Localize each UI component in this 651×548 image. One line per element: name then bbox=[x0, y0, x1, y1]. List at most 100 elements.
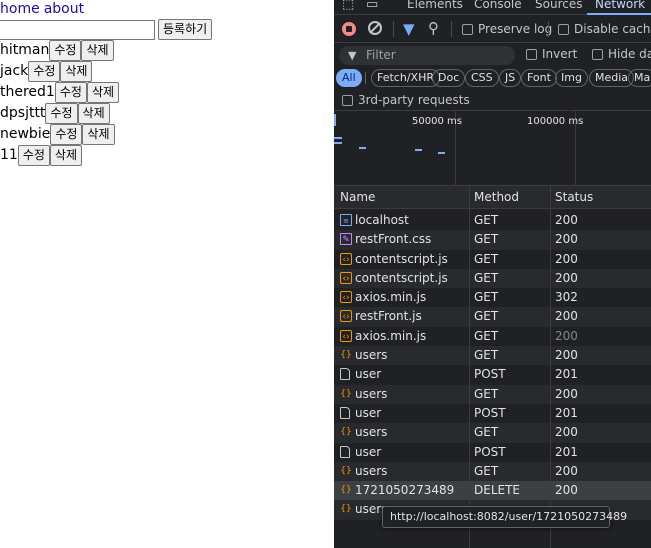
request-name: users bbox=[355, 463, 388, 478]
request-status: 200 bbox=[555, 328, 578, 343]
request-row[interactable]: {} users GET 200 bbox=[334, 346, 651, 366]
timeline-request-bar bbox=[334, 142, 342, 144]
request-status: 200 bbox=[555, 483, 578, 498]
clear-icon[interactable] bbox=[368, 21, 382, 35]
request-row[interactable]: ≡ localhost GET 200 bbox=[334, 211, 651, 230]
name-column-header[interactable]: Name bbox=[340, 190, 375, 204]
submit-button[interactable]: 등록하기 bbox=[158, 19, 213, 40]
top-nav: home about bbox=[0, 0, 84, 18]
hide-data-urls-checkbox[interactable] bbox=[592, 49, 603, 60]
request-method: GET bbox=[474, 290, 499, 305]
request-row[interactable]: ‹› axios.min.js GET 200 bbox=[334, 327, 651, 346]
edit-button[interactable]: 수정 bbox=[17, 145, 50, 166]
delete-button[interactable]: 삭제 bbox=[60, 61, 93, 82]
type-filter-img[interactable]: Img bbox=[555, 69, 588, 87]
device-toolbar-icon[interactable]: ▭ bbox=[366, 0, 378, 13]
request-status: 200 bbox=[555, 270, 578, 285]
about-link[interactable]: about bbox=[44, 1, 84, 17]
disable-cache-checkbox[interactable] bbox=[558, 24, 569, 35]
request-row[interactable]: {} 1721050273489 DELETE 200 bbox=[334, 481, 651, 501]
tab-sources[interactable]: Sources bbox=[535, 0, 582, 12]
delete-button[interactable]: 삭제 bbox=[86, 82, 120, 103]
edit-button[interactable]: 수정 bbox=[28, 61, 61, 82]
request-status: 200 bbox=[555, 309, 578, 324]
column-divider[interactable] bbox=[550, 186, 551, 548]
timeline-tick-100000: 100000 ms bbox=[527, 116, 584, 127]
type-filter-doc[interactable]: Doc bbox=[432, 69, 466, 87]
toolbar-divider bbox=[451, 21, 452, 37]
network-overview-timeline[interactable]: 50000 ms 100000 ms bbox=[334, 111, 651, 186]
user-item: jack 수정 삭제 bbox=[0, 61, 119, 82]
tab-console[interactable]: Console bbox=[474, 0, 522, 12]
json-icon: {} bbox=[340, 504, 352, 515]
preserve-log-checkbox[interactable] bbox=[462, 24, 473, 35]
filter-icon: ▼ bbox=[348, 49, 357, 62]
invert-checkbox[interactable] bbox=[526, 49, 537, 60]
timeline-request-bar bbox=[334, 137, 342, 139]
request-method: POST bbox=[474, 405, 506, 420]
edit-button[interactable]: 수정 bbox=[50, 124, 83, 145]
user-item: newbie 수정 삭제 bbox=[0, 124, 119, 145]
tab-elements[interactable]: Elements bbox=[407, 0, 463, 12]
json-icon: {} bbox=[340, 465, 352, 476]
tab-network[interactable]: Network bbox=[595, 0, 645, 12]
type-filter-js[interactable]: JS bbox=[499, 69, 522, 87]
type-filter-ma[interactable]: Ma bbox=[628, 69, 651, 87]
request-row[interactable]: user POST 201 bbox=[334, 443, 651, 462]
request-method: DELETE bbox=[474, 483, 521, 498]
delete-button[interactable]: 삭제 bbox=[77, 103, 110, 124]
edit-button[interactable]: 수정 bbox=[49, 40, 82, 61]
request-row[interactable]: {} users GET 200 bbox=[334, 423, 651, 443]
column-divider[interactable] bbox=[469, 186, 470, 548]
request-method: GET bbox=[474, 386, 499, 401]
json-icon: {} bbox=[340, 485, 352, 496]
request-name: contentscript.js bbox=[355, 270, 448, 285]
request-status: 201 bbox=[555, 405, 578, 420]
delete-button[interactable]: 삭제 bbox=[82, 124, 115, 145]
request-row[interactable]: user POST 201 bbox=[334, 365, 651, 384]
edit-button[interactable]: 수정 bbox=[45, 103, 78, 124]
filter-input[interactable]: ▼ Filter bbox=[339, 46, 515, 65]
inspect-element-icon[interactable]: ⬚ bbox=[342, 0, 354, 13]
filter-placeholder: Filter bbox=[366, 48, 396, 62]
request-row[interactable]: ‹› restFront.js GET 200 bbox=[334, 307, 651, 327]
edit-button[interactable]: 수정 bbox=[54, 82, 87, 103]
request-row[interactable]: ‹› contentscript.js GET 200 bbox=[334, 250, 651, 269]
filter-funnel-icon[interactable]: ▼ bbox=[403, 20, 415, 38]
delete-button[interactable]: 삭제 bbox=[49, 145, 83, 166]
username-input[interactable] bbox=[0, 20, 155, 40]
type-filter-font[interactable]: Font bbox=[521, 69, 557, 87]
status-column-header[interactable]: Status bbox=[555, 190, 593, 204]
request-method: GET bbox=[474, 425, 499, 440]
user-name: hitman bbox=[0, 42, 50, 58]
request-name: localhost bbox=[355, 213, 409, 227]
devtools-panel: ⬚ ▭ Elements Console Sources Network ▼ ⚲… bbox=[334, 0, 651, 548]
request-status: 200 bbox=[555, 251, 578, 266]
delete-button[interactable]: 삭제 bbox=[81, 40, 114, 61]
network-toolbar: ▼ ⚲ Preserve log Disable cache bbox=[334, 16, 651, 43]
type-filter-all[interactable]: All bbox=[336, 69, 362, 87]
type-filter-fetch-xhr[interactable]: Fetch/XHR bbox=[371, 69, 440, 87]
search-icon[interactable]: ⚲ bbox=[428, 18, 439, 38]
method-column-header[interactable]: Method bbox=[474, 190, 519, 204]
request-status: 200 bbox=[555, 463, 578, 478]
request-method: GET bbox=[474, 270, 499, 285]
request-row[interactable]: ✎ restFront.css GET 200 bbox=[334, 230, 651, 250]
request-row[interactable]: ‹› contentscript.js GET 200 bbox=[334, 268, 651, 289]
request-row[interactable]: ‹› axios.min.js GET 302 bbox=[334, 288, 651, 307]
request-method: POST bbox=[474, 444, 506, 459]
request-method: GET bbox=[474, 328, 499, 343]
request-row[interactable]: user POST 201 bbox=[334, 404, 651, 423]
file-icon bbox=[340, 445, 350, 458]
home-link[interactable]: home bbox=[0, 1, 40, 17]
stop-recording-icon[interactable] bbox=[342, 22, 356, 36]
user-name: newbie bbox=[0, 126, 51, 142]
request-row[interactable]: {} users GET 200 bbox=[334, 461, 651, 482]
request-row[interactable]: {} users GET 200 bbox=[334, 384, 651, 404]
user-name: 11 bbox=[0, 147, 18, 163]
request-method: POST bbox=[474, 367, 506, 382]
third-party-checkbox[interactable] bbox=[342, 95, 353, 106]
type-filter-css[interactable]: CSS bbox=[465, 69, 499, 87]
request-name: user bbox=[355, 367, 382, 382]
user-item: 11 수정 삭제 bbox=[0, 145, 119, 166]
